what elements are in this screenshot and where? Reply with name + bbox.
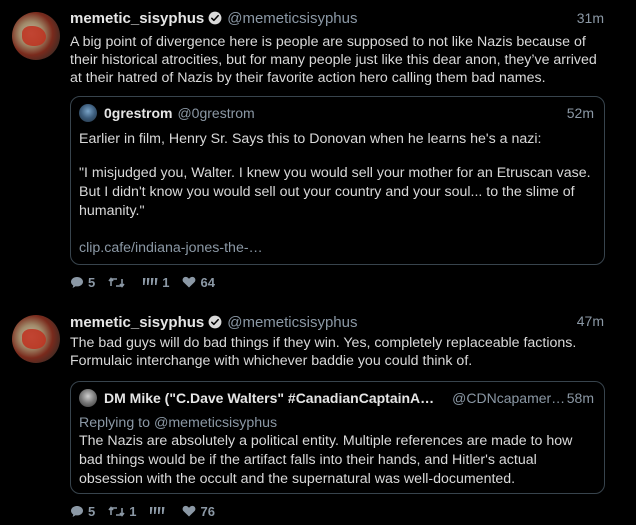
author-name[interactable]: memetic_sisyphus xyxy=(70,10,204,27)
replying-to: Replying to @memeticsisyphus xyxy=(79,414,594,433)
quote-author-name: 0grestrom xyxy=(104,105,173,121)
tweet[interactable]: memetic_sisyphus @memeticsisyphus 47m Th… xyxy=(0,305,636,525)
heart-icon xyxy=(183,505,196,517)
quote-icon xyxy=(150,507,165,514)
reply-button[interactable]: 5 xyxy=(70,504,95,519)
quote-button[interactable] xyxy=(149,505,169,517)
timestamp[interactable]: 47m xyxy=(577,313,604,329)
like-button[interactable]: 76 xyxy=(182,503,215,519)
author-handle[interactable]: @memeticsisyphus xyxy=(227,314,357,331)
quote-avatar xyxy=(79,104,97,122)
quote-header: DM Mike ("C.Dave Walters" #CanadianCapta… xyxy=(79,389,565,407)
quote-avatar xyxy=(79,389,97,407)
verified-badge-icon xyxy=(208,315,222,329)
reply-button[interactable]: 5 xyxy=(70,275,95,290)
replying-to-label: Replying to xyxy=(79,415,150,431)
like-button[interactable]: 64 xyxy=(182,274,215,290)
quote-button[interactable]: 1 xyxy=(142,275,169,290)
verified-badge-icon xyxy=(208,11,222,25)
retweet-icon xyxy=(108,276,125,288)
reply-count: 5 xyxy=(88,274,96,290)
tweet-text: A big point of divergence here is people… xyxy=(70,34,597,86)
tweet-actions: 5 1 76 xyxy=(70,503,228,519)
retweet-button[interactable] xyxy=(108,276,129,289)
quote-icon xyxy=(143,278,158,285)
quote-text: "I misjudged you, Walter. I knew you wou… xyxy=(79,165,591,219)
like-count: 64 xyxy=(200,274,215,290)
quote-timestamp: 52m xyxy=(566,105,594,121)
avatar[interactable] xyxy=(12,12,60,60)
quote-text: Earlier in film, Henry Sr. Says this to … xyxy=(79,131,542,147)
tweet-header: memetic_sisyphus @memeticsisyphus xyxy=(70,8,358,28)
retweet-button[interactable]: 1 xyxy=(108,504,136,519)
heart-icon xyxy=(183,276,196,288)
quote-author-name: DM Mike ("C.Dave Walters" #CanadianCapta… xyxy=(104,390,435,406)
quote-header: 0grestrom @0grestrom xyxy=(79,104,255,122)
quote-link[interactable]: clip.cafe/indiana-jones-the-… xyxy=(79,239,594,258)
quote-timestamp: 58m xyxy=(566,390,594,406)
like-count: 76 xyxy=(200,503,215,519)
tweet-text: The bad guys will do bad things if they … xyxy=(70,335,577,369)
replying-to-handle[interactable]: @memeticsisyphus xyxy=(154,415,277,431)
tweet-header: memetic_sisyphus @memeticsisyphus xyxy=(70,312,358,332)
speech-bubble-icon xyxy=(71,505,83,517)
quoted-tweet[interactable]: 0grestrom @0grestrom 52m Earlier in film… xyxy=(70,96,605,265)
retweet-icon xyxy=(108,505,125,517)
tweet[interactable]: memetic_sisyphus @memeticsisyphus 31m A … xyxy=(0,0,636,301)
quote-text: The Nazis are absolutely a political ent… xyxy=(79,433,573,487)
speech-bubble-icon xyxy=(71,276,83,288)
tweet-actions: 5 1 64 xyxy=(70,274,228,290)
quote-author-handle: @CDNcapamer… xyxy=(452,390,566,406)
reply-count: 5 xyxy=(88,503,96,519)
quote-author-handle: @0grestrom xyxy=(177,105,255,121)
quoted-tweet[interactable]: DM Mike ("C.Dave Walters" #CanadianCapta… xyxy=(70,381,605,494)
retweet-count: 1 xyxy=(129,503,137,519)
tweet-feed: memetic_sisyphus @memeticsisyphus 31m A … xyxy=(0,0,636,525)
author-name[interactable]: memetic_sisyphus xyxy=(70,314,204,331)
timestamp[interactable]: 31m xyxy=(577,10,604,26)
avatar[interactable] xyxy=(12,315,60,363)
author-handle[interactable]: @memeticsisyphus xyxy=(227,10,357,27)
quote-count: 1 xyxy=(162,274,170,290)
